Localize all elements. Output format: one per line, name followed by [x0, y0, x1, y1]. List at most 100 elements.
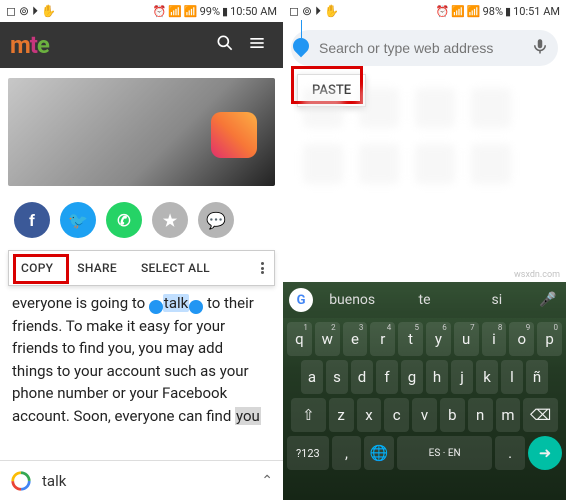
send-key[interactable]: ➜	[528, 436, 562, 470]
whatsapp-share-button[interactable]: ✆	[106, 202, 142, 238]
hamburger-icon[interactable]	[241, 33, 273, 58]
language-key[interactable]: 🌐	[364, 436, 394, 470]
key-g[interactable]: g	[401, 360, 423, 394]
key-q[interactable]: q1	[287, 322, 312, 356]
key-x[interactable]: x	[357, 398, 382, 432]
key-i[interactable]: i8	[482, 322, 507, 356]
article-text-6a: account. Soon, everyone can find	[12, 407, 235, 425]
watermark: wsxdn.com	[514, 270, 560, 280]
select-all-menu-item[interactable]: SELECT ALL	[129, 261, 222, 275]
shortcut-item[interactable]	[415, 144, 455, 184]
shortcut-item[interactable]	[359, 144, 399, 184]
article-text-3: friends to find you, you may add	[12, 339, 223, 357]
left-screenshot: ◻ ⊚ ⏵ ✋ ⏰ 📶 📶 99% ▮ 10:50 AM mte f 🐦 ✆ ★…	[0, 0, 283, 500]
key-h[interactable]: h	[426, 360, 448, 394]
backspace-key[interactable]: ⌫	[523, 398, 558, 432]
battery-pct: 99%	[200, 5, 220, 18]
key-t[interactable]: t5	[398, 322, 423, 356]
key-a[interactable]: a	[301, 360, 323, 394]
suggestion-1[interactable]: buenos	[319, 292, 385, 308]
symbols-key[interactable]: ?123	[287, 436, 329, 470]
spacebar-key[interactable]: ES · EN	[397, 436, 492, 470]
app-header: mte	[0, 22, 283, 68]
address-input[interactable]	[317, 40, 530, 56]
key-r[interactable]: r4	[370, 322, 395, 356]
omnibox-row	[291, 30, 558, 66]
key-e[interactable]: e3	[343, 322, 368, 356]
key-enye[interactable]: ñ	[526, 360, 548, 394]
key-row-1: q1 w2 e3 r4 t5 y6 u7 i8 o9 p0	[287, 322, 562, 356]
key-m[interactable]: m	[496, 398, 521, 432]
shortcut-item[interactable]	[415, 88, 455, 128]
period-key[interactable]: .	[495, 436, 525, 470]
article-text-4: things to your account such as your	[12, 362, 249, 380]
text-selection-menu: COPY SHARE SELECT ALL	[8, 250, 275, 286]
key-k[interactable]: k	[476, 360, 498, 394]
key-n[interactable]: n	[468, 398, 493, 432]
key-p[interactable]: p0	[537, 322, 562, 356]
copy-menu-item[interactable]: COPY	[9, 261, 65, 275]
alarm-icon: ⏰	[436, 5, 450, 18]
share-row: f 🐦 ✆ ★ 💬	[0, 194, 283, 246]
google-logo-icon	[10, 470, 32, 492]
key-o[interactable]: o9	[509, 322, 534, 356]
suggestion-row: G buenos te si 🎤	[283, 282, 566, 318]
text-cursor-handle[interactable]	[301, 38, 317, 58]
wifi-icon: 📶	[184, 5, 198, 18]
selection-handle-end[interactable]	[189, 300, 203, 314]
key-z[interactable]: z	[329, 398, 354, 432]
status-left-icons: ◻ ⊚ ⏵ ✋	[289, 4, 339, 19]
shortcut-item[interactable]	[471, 88, 511, 128]
shortcut-item[interactable]	[471, 144, 511, 184]
signal-icon: 📶	[451, 5, 465, 18]
shortcut-item[interactable]	[359, 88, 399, 128]
mic-icon[interactable]	[530, 37, 550, 59]
twitter-share-button[interactable]: 🐦	[60, 202, 96, 238]
google-icon[interactable]: G	[289, 288, 313, 312]
logo-m: m	[10, 31, 30, 59]
search-icon[interactable]	[209, 33, 241, 58]
signal-icon: 📶	[168, 5, 182, 18]
shortcut-grid	[283, 70, 566, 184]
key-d[interactable]: d	[351, 360, 373, 394]
key-b[interactable]: b	[440, 398, 465, 432]
key-s[interactable]: s	[326, 360, 348, 394]
mte-logo[interactable]: mte	[10, 31, 209, 59]
key-u[interactable]: u7	[454, 322, 479, 356]
suggestion-2[interactable]: te	[391, 292, 457, 308]
key-row-2: a s d f g h j k l ñ	[287, 360, 562, 394]
key-c[interactable]: c	[384, 398, 409, 432]
key-f[interactable]: f	[376, 360, 398, 394]
article-text[interactable]: everyone is going to talk to their frien…	[0, 288, 283, 427]
suggestion-3[interactable]: si	[464, 292, 530, 308]
comment-button[interactable]: 💬	[198, 202, 234, 238]
google-search-bar[interactable]: talk ⌃	[0, 460, 283, 500]
alarm-icon: ⏰	[153, 5, 167, 18]
share-menu-item[interactable]: SHARE	[65, 261, 129, 275]
shortcut-item[interactable]	[303, 144, 343, 184]
key-j[interactable]: j	[451, 360, 473, 394]
shift-key[interactable]: ⇧	[291, 398, 326, 432]
article-text-5: phone number or your Facebook	[12, 384, 227, 402]
status-bar: ◻ ⊚ ⏵ ✋ ⏰ 📶 📶 99% ▮ 10:50 AM	[0, 0, 283, 22]
key-y[interactable]: y6	[426, 322, 451, 356]
keyboard-mic-icon[interactable]: 🎤	[536, 292, 560, 308]
battery-icon: ▮	[222, 5, 228, 18]
battery-pct: 98%	[483, 5, 503, 18]
article-text-1: everyone is going to	[12, 294, 149, 312]
facebook-share-button[interactable]: f	[14, 202, 50, 238]
status-right: ⏰ 📶 📶 99% ▮ 10:50 AM	[153, 5, 278, 18]
key-w[interactable]: w2	[315, 322, 340, 356]
wifi-icon: 📶	[467, 5, 481, 18]
favorite-button[interactable]: ★	[152, 202, 188, 238]
more-menu-icon[interactable]	[251, 261, 274, 276]
google-search-query: talk	[42, 472, 261, 490]
shortcut-item[interactable]	[303, 88, 343, 128]
key-v[interactable]: v	[412, 398, 437, 432]
chevron-up-icon[interactable]: ⌃	[261, 473, 273, 489]
selected-word: talk	[163, 294, 189, 312]
comma-key[interactable]: ,	[332, 436, 362, 470]
selection-handle-start[interactable]	[149, 300, 163, 314]
key-l[interactable]: l	[501, 360, 523, 394]
logo-e: e	[37, 31, 49, 59]
